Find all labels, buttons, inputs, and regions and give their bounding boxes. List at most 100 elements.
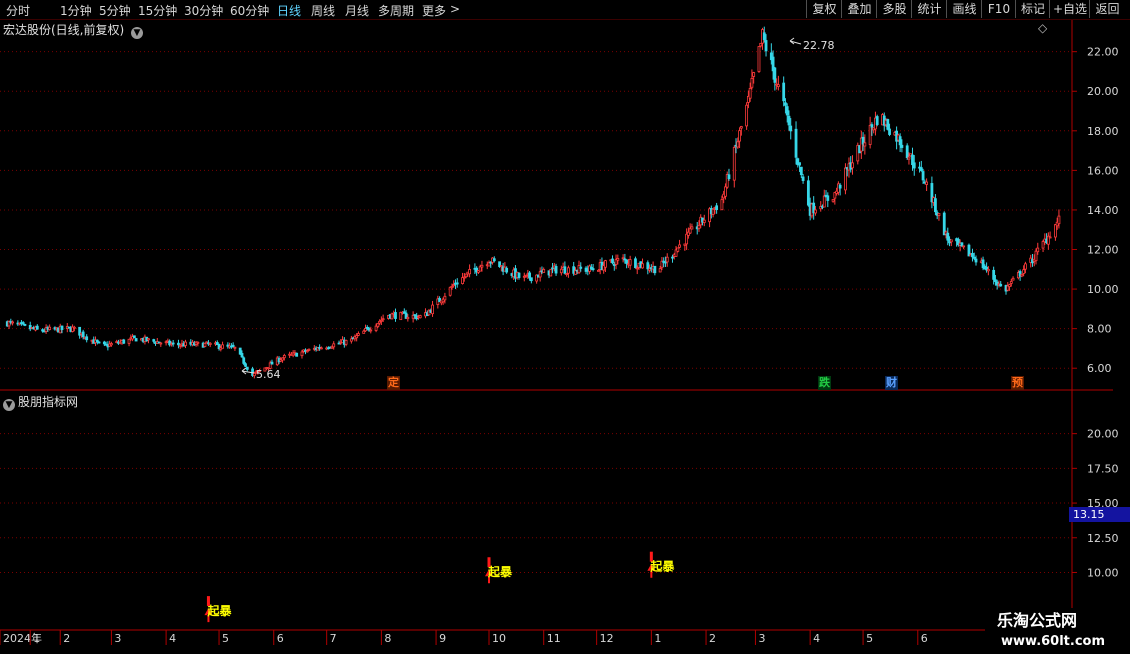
chevron-down-circle-icon[interactable]: ▼ <box>131 27 144 39</box>
event-marker-drop[interactable]: 跌 <box>818 376 831 390</box>
candle-body <box>724 186 727 197</box>
candle-body <box>549 268 553 277</box>
candle-body <box>567 267 570 274</box>
candle-body <box>863 142 867 147</box>
watermark-logo: 乐淘公式网 www.60lt.com <box>997 611 1105 649</box>
candle-body <box>784 102 787 106</box>
candle-body <box>196 341 200 344</box>
candle-body <box>127 338 131 344</box>
candle-body <box>448 286 452 296</box>
event-marker-forecast[interactable]: 预 <box>1011 376 1024 390</box>
candle-body <box>60 325 64 330</box>
candle-body <box>870 124 874 128</box>
x-tick-label: 11 <box>547 632 561 645</box>
event-marker-finance[interactable]: 财 <box>885 376 898 390</box>
candle-body <box>806 180 810 206</box>
candle-body <box>95 339 99 343</box>
candle-body <box>949 239 953 243</box>
candle-body <box>270 361 274 365</box>
candle-body <box>591 268 595 271</box>
candle-body <box>1008 284 1011 287</box>
candle-body <box>628 259 632 266</box>
main-y-tick-label: 10.00 <box>1087 283 1119 296</box>
x-tick-label: 4 <box>169 632 176 645</box>
candle-body <box>794 128 798 158</box>
candle-body <box>898 136 902 146</box>
candle-body <box>641 263 644 269</box>
candle-body <box>362 330 366 334</box>
candle-body <box>152 339 156 342</box>
candle-body <box>994 279 997 282</box>
candle-body <box>431 304 434 315</box>
candle-body <box>757 46 761 72</box>
candle-body <box>678 244 681 248</box>
candle-body <box>85 336 89 341</box>
candle-body <box>1022 269 1026 274</box>
watermark: 乐淘公式网 www.60lt.com <box>985 608 1130 650</box>
candle-body <box>921 171 925 181</box>
svg-text:www.60lt.com: www.60lt.com <box>1001 634 1105 649</box>
candle-body <box>738 130 741 142</box>
candle-body <box>1054 224 1057 238</box>
x-tick-label: 3 <box>114 632 121 645</box>
candle-body <box>971 252 974 258</box>
candle-body <box>344 340 348 345</box>
candle-body <box>739 126 743 129</box>
candle-body <box>634 258 637 269</box>
candle-body <box>499 265 503 268</box>
candle-body <box>789 125 793 132</box>
candle-body <box>11 321 14 324</box>
candle-body <box>799 166 803 176</box>
candle-body <box>529 277 533 282</box>
candle-body <box>727 174 731 180</box>
main-y-tick-label: 8.00 <box>1087 323 1112 336</box>
candle-body <box>406 316 410 320</box>
candle-body <box>468 269 471 275</box>
candle-body <box>658 268 662 273</box>
candle-body <box>147 338 150 341</box>
candle-body <box>748 87 752 99</box>
main-y-tick-label: 22.00 <box>1087 46 1119 59</box>
diamond-icon[interactable]: ◇ <box>1038 21 1047 35</box>
candle-body <box>665 256 669 263</box>
candle-body <box>851 162 854 169</box>
candle-body <box>102 341 106 345</box>
candle-body <box>357 333 360 336</box>
candle-body <box>450 286 454 289</box>
current-value-box: 13.15 <box>1069 507 1130 522</box>
candle-body <box>759 42 763 47</box>
candle-body <box>814 209 817 214</box>
x-tick-label: 8 <box>384 632 391 645</box>
indicator-y-tick-label: 10.00 <box>1087 566 1119 579</box>
indicator-y-tick-label: 12.50 <box>1087 532 1119 545</box>
candle-body <box>653 265 657 274</box>
x-tick-label: 6 <box>277 632 284 645</box>
candle-body <box>295 352 299 357</box>
x-tick-label: 2 <box>709 632 716 645</box>
stock-chart[interactable]: 22.0020.0018.0016.0014.0012.0010.008.006… <box>0 0 1130 650</box>
candle-body <box>355 335 359 339</box>
candle-body <box>524 274 528 277</box>
candle-body <box>177 342 180 346</box>
main-price-grid: 22.00 20.00 18.00 16.00 14.00 12.00 10.00 8.00 6… <box>0 46 1119 375</box>
candle-body <box>974 258 978 263</box>
candle-body <box>538 271 542 278</box>
candle-body <box>244 363 247 367</box>
x-tick-label: 1 <box>33 632 40 645</box>
candle-body <box>912 162 916 169</box>
candle-body <box>676 247 680 252</box>
candle-body <box>635 267 639 270</box>
candle-body <box>379 319 383 322</box>
chevron-down-circle-icon[interactable]: ▼ <box>3 399 15 411</box>
candle-body <box>480 264 484 268</box>
candle-body <box>369 329 373 332</box>
candle-body <box>517 272 521 278</box>
event-marker-placement[interactable]: 定 <box>387 376 400 390</box>
signal-label: 起暴 <box>649 559 675 574</box>
candle-body <box>868 124 872 145</box>
x-tick-label: 4 <box>813 632 820 645</box>
indicator-panel-title: ▼ 股朋指标网 <box>3 393 78 411</box>
x-tick-label: 7 <box>330 632 337 645</box>
candle-body <box>690 226 694 230</box>
candle-body <box>203 342 207 347</box>
